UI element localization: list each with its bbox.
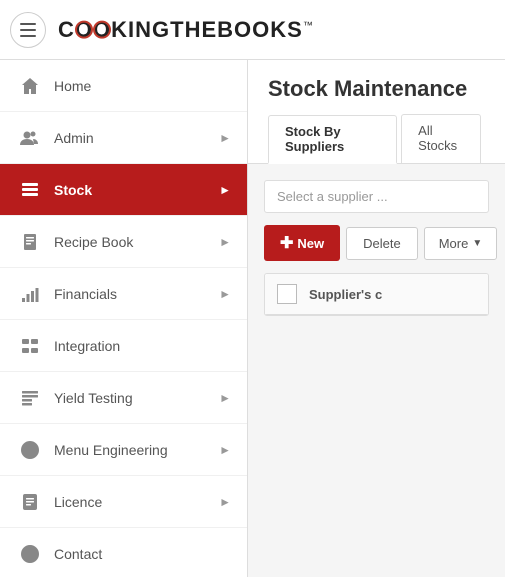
- sidebar-label-menu-engineering: Menu Engineering: [54, 442, 219, 458]
- financials-icon: [16, 280, 44, 308]
- app-header: COOKINGTHEBOOKS™: [0, 0, 505, 60]
- sidebar-label-licence: Licence: [54, 494, 219, 510]
- tab-stock-by-suppliers[interactable]: Stock By Suppliers: [268, 115, 397, 164]
- page-title: Stock Maintenance: [268, 76, 485, 102]
- home-icon: [16, 72, 44, 100]
- sidebar-item-financials[interactable]: Financials ►: [0, 268, 247, 320]
- app-logo: COOKINGTHEBOOKS™: [58, 17, 314, 43]
- integration-icon: [16, 332, 44, 360]
- menu-button[interactable]: [10, 12, 46, 48]
- stock-arrow: ►: [219, 183, 231, 197]
- sidebar-label-contact: Contact: [54, 546, 231, 562]
- stock-table: Supplier's c: [264, 273, 489, 316]
- new-label: New: [297, 236, 324, 251]
- sidebar-item-contact[interactable]: Contact: [0, 528, 247, 577]
- licence-icon: [16, 488, 44, 516]
- new-button[interactable]: ✚ New: [264, 225, 340, 261]
- content-header: Stock Maintenance Stock By Suppliers All…: [248, 60, 505, 164]
- table-header-row: Supplier's c: [265, 274, 488, 315]
- delete-button[interactable]: Delete: [346, 227, 418, 260]
- admin-icon: [16, 124, 44, 152]
- chevron-down-icon: ▼: [472, 238, 482, 249]
- contact-icon: [16, 540, 44, 568]
- sidebar-item-licence[interactable]: Licence ►: [0, 476, 247, 528]
- sidebar-label-integration: Integration: [54, 338, 231, 354]
- stock-icon: [16, 176, 44, 204]
- sidebar-item-recipe-book[interactable]: Recipe Book ►: [0, 216, 247, 268]
- supplier-select[interactable]: Select a supplier ...: [264, 180, 489, 213]
- yield-icon: [16, 384, 44, 412]
- sidebar-item-integration[interactable]: Integration: [0, 320, 247, 372]
- toolbar: ✚ New Delete More ▼: [264, 225, 489, 261]
- content-area: Stock Maintenance Stock By Suppliers All…: [248, 60, 505, 577]
- menu-eng-arrow: ►: [219, 443, 231, 457]
- logo-o1: O: [75, 17, 93, 43]
- sidebar-label-yield-testing: Yield Testing: [54, 390, 219, 406]
- sidebar-label-financials: Financials: [54, 286, 219, 302]
- sidebar-item-stock[interactable]: Stock ►: [0, 164, 247, 216]
- menu-eng-icon: [16, 436, 44, 464]
- more-label: More: [439, 236, 469, 251]
- sidebar-item-yield-testing[interactable]: Yield Testing ►: [0, 372, 247, 424]
- sidebar-label-home: Home: [54, 78, 231, 94]
- sidebar: Home Admin ► Stock ►: [0, 60, 248, 577]
- sidebar-item-menu-engineering[interactable]: Menu Engineering ►: [0, 424, 247, 476]
- content-body: Select a supplier ... ✚ New Delete More …: [248, 164, 505, 577]
- sidebar-item-home[interactable]: Home: [0, 60, 247, 112]
- sidebar-label-stock: Stock: [54, 182, 219, 198]
- recipe-icon: [16, 228, 44, 256]
- financials-arrow: ►: [219, 287, 231, 301]
- admin-arrow: ►: [219, 131, 231, 145]
- main-layout: Home Admin ► Stock ►: [0, 60, 505, 577]
- sidebar-item-admin[interactable]: Admin ►: [0, 112, 247, 164]
- plus-icon: ✚: [280, 233, 293, 253]
- supplier-col-header: Supplier's c: [309, 287, 382, 302]
- yield-arrow: ►: [219, 391, 231, 405]
- menu-icon-line2: [20, 29, 36, 31]
- logo-tm: ™: [303, 20, 314, 31]
- sidebar-label-admin: Admin: [54, 130, 219, 146]
- logo-o2: O: [93, 17, 111, 43]
- tab-all-stocks[interactable]: All Stocks: [401, 114, 481, 163]
- header-checkbox[interactable]: [277, 284, 297, 304]
- more-button[interactable]: More ▼: [424, 227, 498, 260]
- licence-arrow: ►: [219, 495, 231, 509]
- recipe-arrow: ►: [219, 235, 231, 249]
- menu-icon-line3: [20, 35, 36, 37]
- sidebar-label-recipe-book: Recipe Book: [54, 234, 219, 250]
- menu-icon-line1: [20, 23, 36, 25]
- tabs-bar: Stock By Suppliers All Stocks: [268, 114, 485, 163]
